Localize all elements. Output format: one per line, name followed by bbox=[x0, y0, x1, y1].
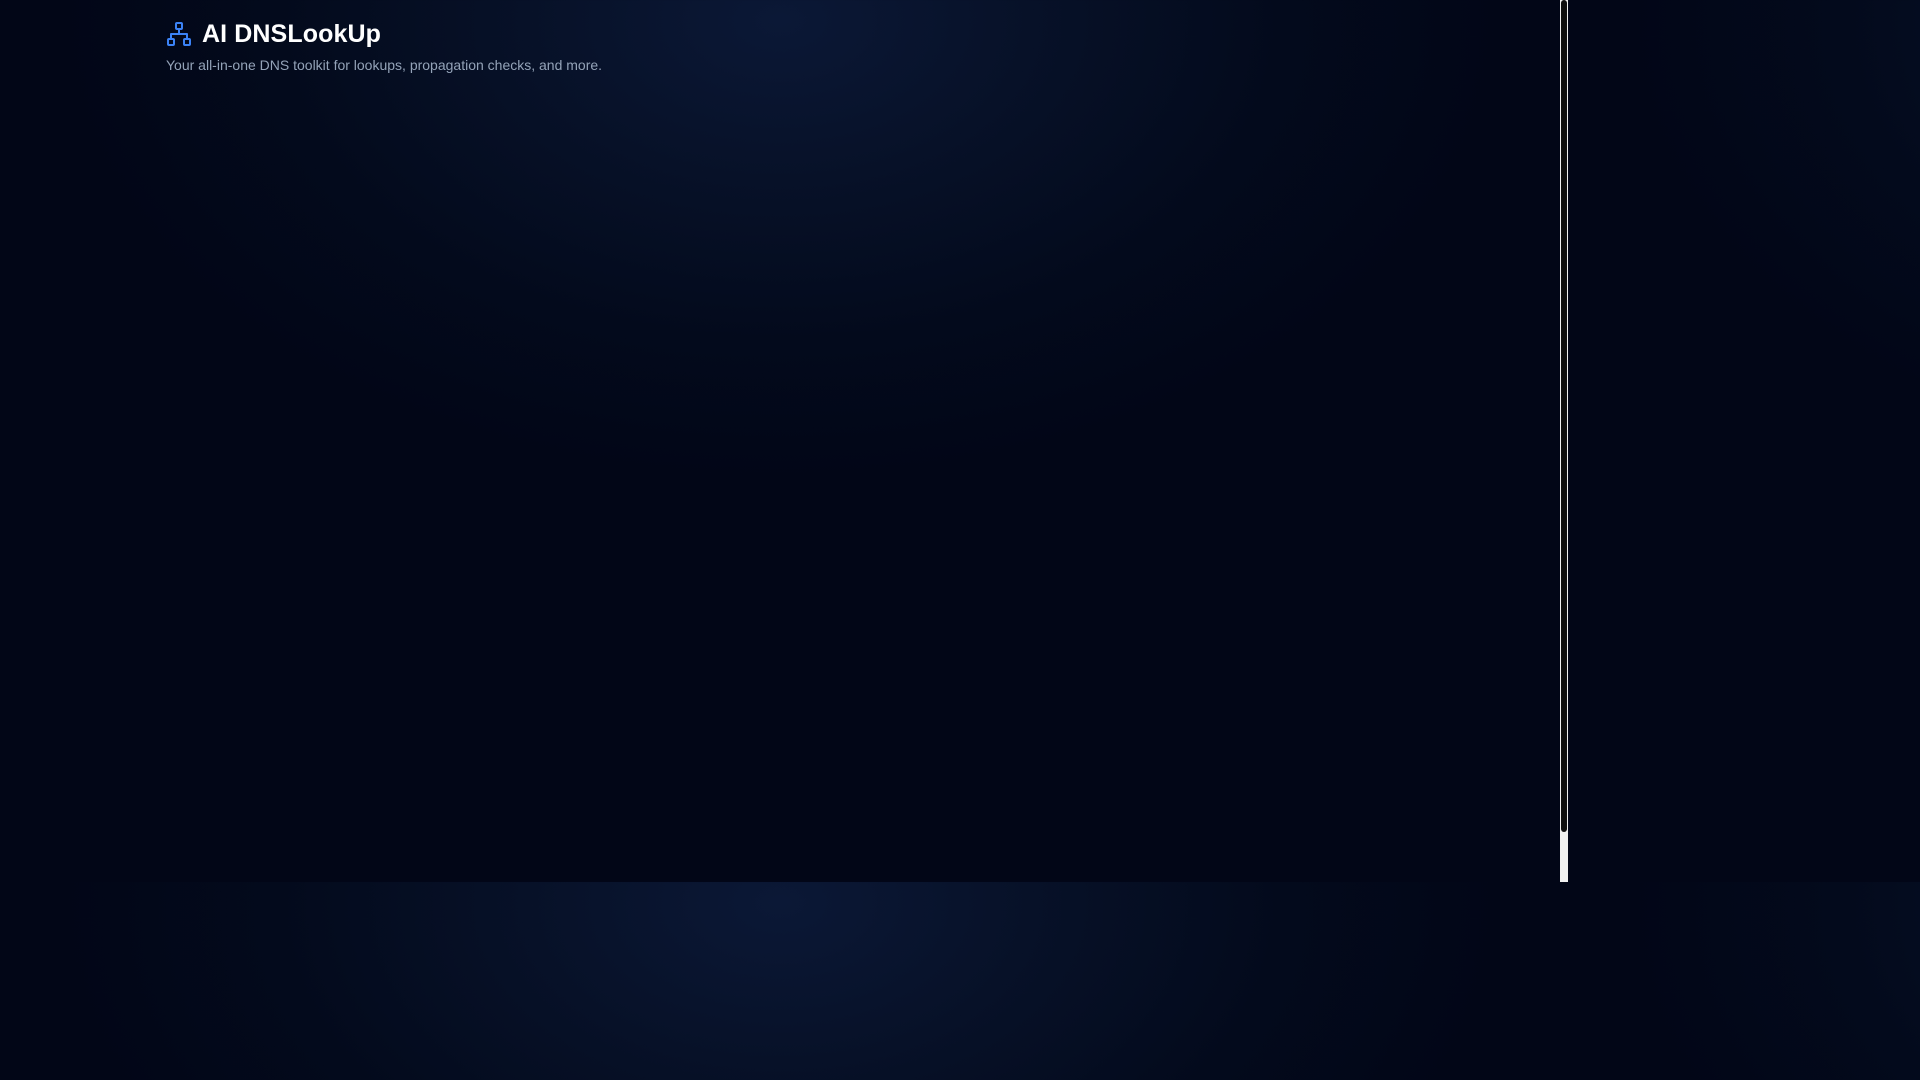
sitemap-network-icon bbox=[166, 21, 192, 47]
scrollbar-thumb[interactable] bbox=[1561, 0, 1567, 832]
app-tagline: Your all-in-one DNS toolkit for lookups,… bbox=[166, 57, 603, 73]
page: AI DNSLookUp Your all-in-one DNS toolkit… bbox=[0, 0, 1560, 882]
app-title: AI DNSLookUp bbox=[202, 20, 381, 48]
vertical-scrollbar[interactable] bbox=[1560, 0, 1568, 882]
app-header: AI DNSLookUp Your all-in-one DNS toolkit… bbox=[166, 18, 602, 74]
title-row: AI DNSLookUp bbox=[166, 18, 602, 50]
